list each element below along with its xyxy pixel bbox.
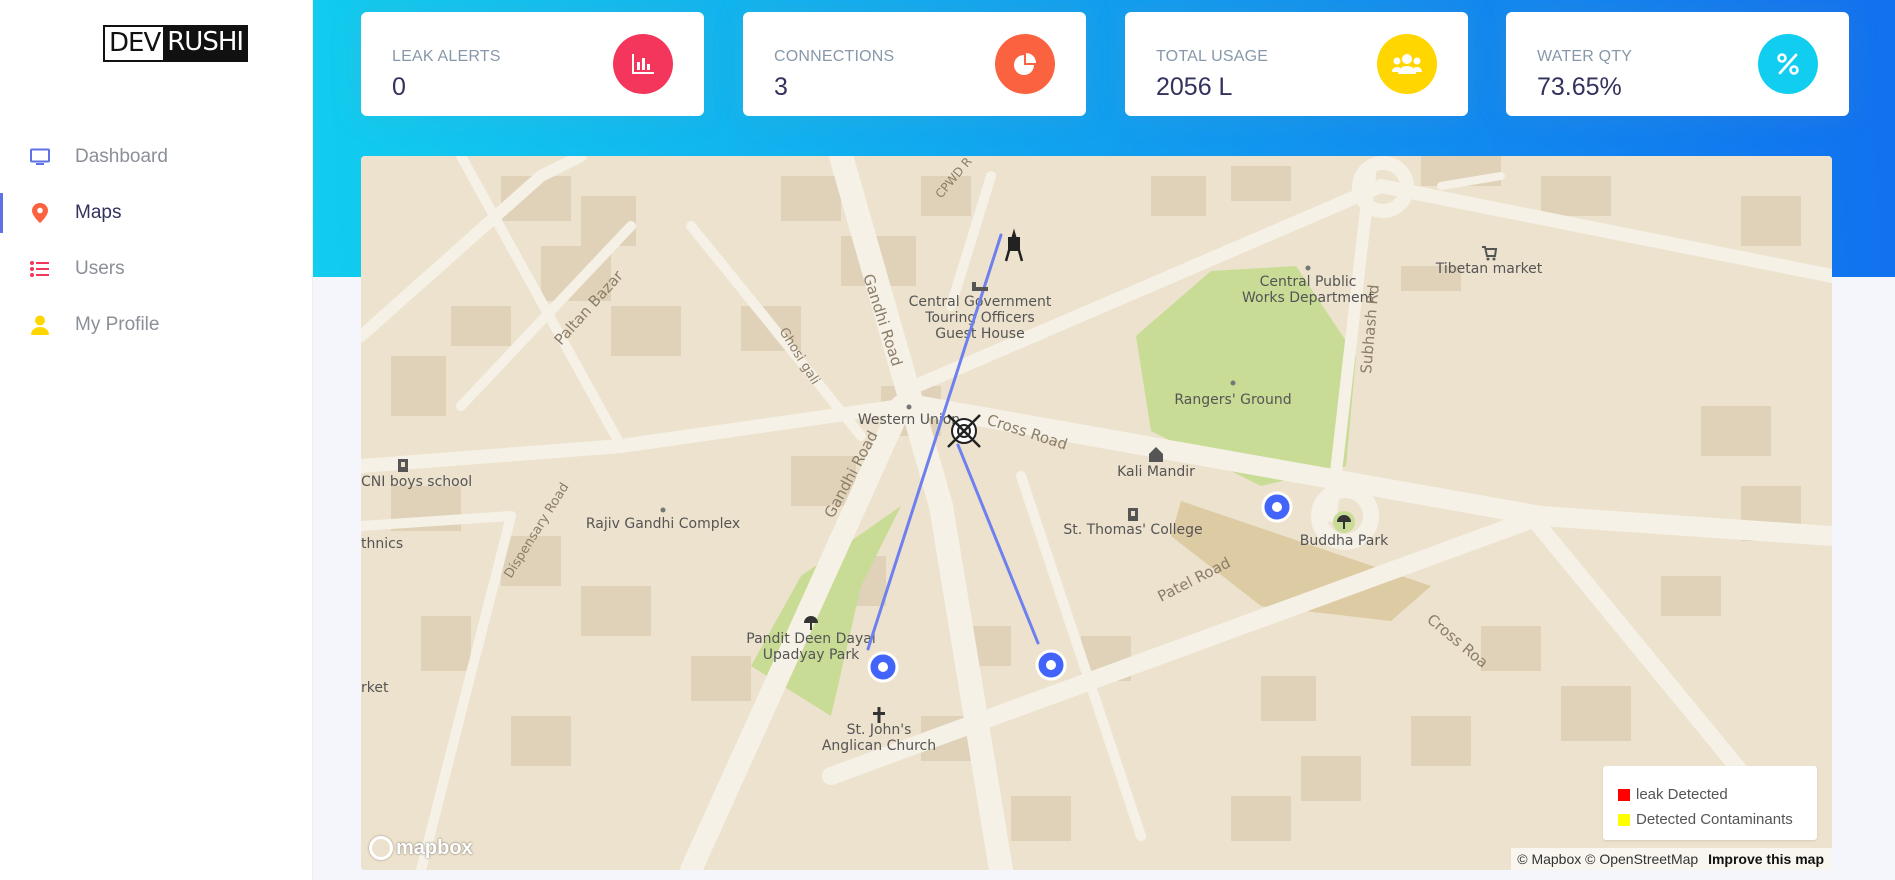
map-label-st-johns: Anglican Church — [822, 738, 936, 754]
map-canvas[interactable]: Central Government Touring Officers Gues… — [361, 156, 1832, 870]
users-icon — [1377, 34, 1437, 94]
chart-bar-icon — [613, 34, 673, 94]
map-label-rangers-ground: Rangers' Ground — [1174, 392, 1291, 408]
list-icon — [30, 259, 50, 279]
sidebar-item-my-profile[interactable]: My Profile — [0, 297, 313, 353]
map-label-kali-mandir: Kali Mandir — [1117, 464, 1195, 480]
stat-title: TOTAL USAGE — [1156, 48, 1269, 65]
stat-value: 3 — [774, 73, 788, 101]
marker-icon[interactable] — [867, 651, 899, 683]
sidebar-item-label: Users — [75, 258, 125, 279]
map-label-cpwd-office: Central Public — [1260, 274, 1357, 290]
mapbox-logo[interactable]: mapbox — [369, 836, 473, 860]
stat-title: WATER QTY — [1537, 48, 1633, 65]
stat-value: 2056 L — [1156, 73, 1233, 101]
stat-card-connections: CONNECTIONS 3 — [743, 12, 1086, 116]
brand-logo-part1: DEV — [103, 25, 164, 62]
school-icon — [398, 459, 408, 472]
sidebar-item-dashboard[interactable]: Dashboard — [0, 129, 313, 185]
brand-logo[interactable]: DEV RUSHI — [103, 25, 249, 62]
sidebar-item-maps[interactable]: Maps — [0, 185, 313, 241]
map-label-st-thomas: St. Thomas' College — [1063, 522, 1202, 538]
map-label-guest-house: Guest House — [935, 326, 1024, 342]
marker-icon[interactable] — [1261, 491, 1293, 523]
legend-swatch — [1618, 813, 1630, 826]
stat-card-total-usage: TOTAL USAGE 2056 L — [1125, 12, 1468, 116]
map-label-pandit-park: Pandit Deen Dayal — [746, 631, 875, 647]
sidebar-item-users[interactable]: Users — [0, 241, 313, 297]
stat-title: CONNECTIONS — [774, 48, 895, 65]
sidebar: DEV RUSHI Dashboard Maps Users My Profil… — [0, 0, 313, 880]
stat-value: 0 — [392, 73, 406, 101]
sidebar-nav: Dashboard Maps Users My Profile — [0, 129, 313, 353]
mapbox-logo-text: mapbox — [396, 836, 473, 859]
improve-map-link[interactable]: Improve this map — [1708, 851, 1824, 867]
map-pin-icon — [30, 203, 50, 223]
map-label-guest-house: Touring Officers — [924, 310, 1034, 326]
map-label-tibetan-market: Tibetan market — [1435, 261, 1543, 277]
chart-pie-icon — [995, 34, 1055, 94]
map-label-rajiv-gandhi: Rajiv Gandhi Complex — [586, 516, 740, 532]
map-label-buddha-park: Buddha Park — [1300, 533, 1389, 549]
legend-swatch — [1618, 788, 1630, 801]
map-view[interactable]: Central Government Touring Officers Gues… — [361, 156, 1832, 870]
map-label-st-johns: St. John's — [847, 722, 912, 738]
stat-title: LEAK ALERTS — [392, 48, 501, 65]
map-legend: leak Detected Detected Contaminants — [1603, 766, 1817, 840]
mapbox-logo-icon — [369, 836, 393, 860]
legend-item-contaminants: Detected Contaminants — [1618, 807, 1817, 832]
sidebar-item-label: My Profile — [75, 314, 160, 335]
stat-card-leak-alerts: LEAK ALERTS 0 — [361, 12, 704, 116]
map-label-thnics: thnics — [361, 536, 403, 552]
map-label-pandit-park: Upadyay Park — [763, 647, 860, 663]
legend-label: leak Detected — [1636, 786, 1728, 803]
legend-item-leak: leak Detected — [1618, 782, 1817, 807]
map-attribution: © Mapbox © OpenStreetMap Improve this ma… — [1511, 848, 1832, 870]
stat-card-water-qty: WATER QTY 73.65% — [1506, 12, 1849, 116]
marker-icon[interactable] — [1035, 649, 1067, 681]
percent-icon — [1758, 34, 1818, 94]
sidebar-item-label: Dashboard — [75, 146, 168, 167]
target-icon[interactable] — [947, 414, 981, 448]
map-label-rket: rket — [361, 680, 389, 696]
stat-value: 73.65% — [1537, 73, 1622, 101]
sidebar-item-label: Maps — [75, 202, 122, 223]
tree-icon — [1333, 511, 1355, 533]
legend-label: Detected Contaminants — [1636, 811, 1793, 828]
user-icon — [30, 315, 50, 335]
monitor-icon — [30, 147, 50, 167]
map-label-cni-school: CNI boys school — [361, 474, 472, 490]
attribution-text[interactable]: © Mapbox © OpenStreetMap — [1517, 851, 1698, 867]
brand-logo-part2: RUSHI — [163, 25, 249, 62]
map-label-cpwd-office: Works Department — [1242, 290, 1374, 306]
school-icon — [1128, 508, 1138, 521]
